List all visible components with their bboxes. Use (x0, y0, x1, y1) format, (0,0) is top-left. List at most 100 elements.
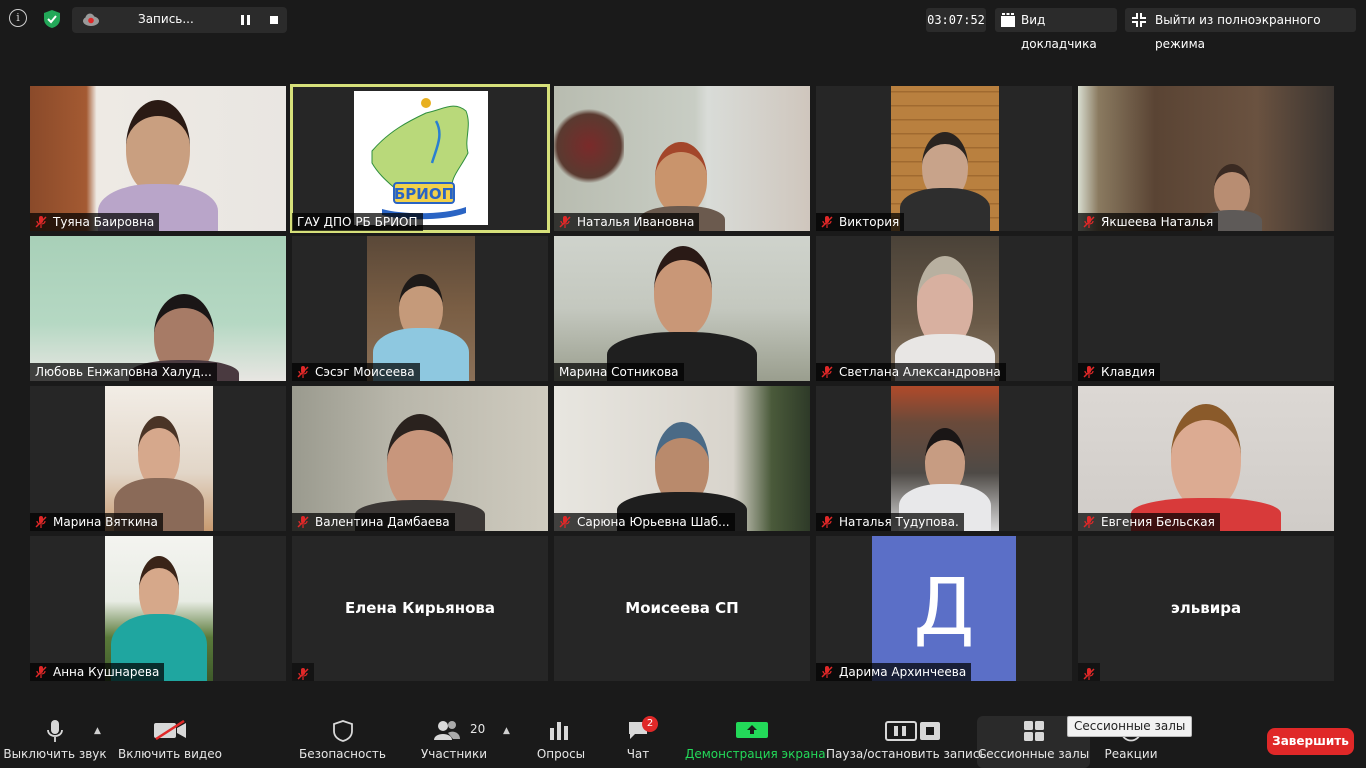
pause-stop-recording-label: Пауза/остановить запись (826, 747, 987, 761)
participant-tile[interactable]: Любовь Енжаповна Халуд... (30, 236, 286, 381)
polls-button[interactable]: Опросы (522, 712, 600, 768)
participants-button[interactable]: 20 Участники (410, 712, 498, 768)
video-button[interactable]: Включить видео (110, 712, 230, 768)
participant-name: Любовь Енжаповна Халуд... (30, 363, 217, 381)
meeting-timer: 03:07:52 (926, 8, 986, 32)
briop-map-logo: БРИОП (371, 98, 469, 220)
participant-name: Якшеева Наталья (1078, 213, 1219, 231)
view-label: Вид докладчика (1021, 13, 1097, 51)
cloud-record-icon (83, 13, 99, 26)
person-figure (900, 132, 990, 231)
person-figure (1131, 404, 1281, 531)
participant-tile[interactable]: Виктория (816, 86, 1072, 231)
video-feed (1078, 86, 1334, 231)
participant-tile[interactable]: Евгения Бельская (1078, 386, 1334, 531)
chat-button[interactable]: 2 Чат (612, 712, 664, 768)
participant-tile-video-off[interactable]: Моисеева СП (554, 536, 810, 681)
participant-tile[interactable]: Сарюна Юрьевна Шаб... (554, 386, 810, 531)
svg-text:БРИОП: БРИОП (394, 185, 454, 203)
participant-name: Анна Кушнарева (30, 663, 165, 681)
recording-label: Запись... (138, 12, 194, 26)
participant-tile-video-off[interactable]: эльвира (1078, 536, 1334, 681)
participant-name: Сарюна Юрьевна Шаб... (554, 513, 735, 531)
info-icon[interactable]: i (9, 9, 27, 27)
participant-name: Валентина Дамбаева (292, 513, 455, 531)
mic-muted-icon (559, 216, 571, 228)
video-feed (891, 386, 999, 531)
participant-name: Дарима Архинчеева (816, 663, 972, 681)
mic-muted-icon (1083, 366, 1095, 378)
participant-tile[interactable]: Светлана Александровна (816, 236, 1072, 381)
participant-tile[interactable]: Д Дарима Архинчеева (816, 536, 1072, 681)
participant-display-name: эльвира (1170, 599, 1242, 617)
person-figure (98, 100, 218, 231)
mute-indicator (292, 663, 314, 681)
mute-label: Выключить звук (3, 747, 107, 761)
pause-recording-icon[interactable] (241, 15, 250, 25)
share-screen-label: Демонстрация экрана (685, 747, 826, 761)
participant-name: Виктория (816, 213, 905, 231)
end-meeting-button[interactable]: Завершить (1267, 728, 1354, 755)
participant-tile[interactable]: Клавдия (1078, 236, 1334, 381)
stop-recording-icon[interactable] (270, 16, 278, 24)
video-feed (292, 386, 548, 531)
video-feed (105, 536, 213, 681)
mic-muted-icon (821, 216, 833, 228)
mic-muted-icon (297, 366, 309, 378)
participant-tile[interactable]: Туяна Баировна (30, 86, 286, 231)
security-label: Безопасность (299, 747, 386, 761)
mute-indicator (1078, 663, 1100, 681)
participant-tile[interactable]: Якшеева Наталья (1078, 86, 1334, 231)
exit-fullscreen-icon (1132, 13, 1146, 27)
participant-tile[interactable]: Наталья Тудупова. (816, 386, 1072, 531)
security-button[interactable]: Безопасность (295, 712, 390, 768)
participant-name: Наталья Тудупова. (816, 513, 964, 531)
participant-tile[interactable]: Марина Сотникова (554, 236, 810, 381)
mic-muted-icon (1083, 668, 1095, 680)
participant-tile[interactable]: Анна Кушнарева (30, 536, 286, 681)
participant-name: Евгения Бельская (1078, 513, 1220, 531)
grid-view-icon (1001, 13, 1015, 27)
participant-tile[interactable]: Сэсэг Моисеева (292, 236, 548, 381)
participant-display-name: Елена Кирьянова (344, 599, 496, 617)
reactions-label: Реакции (1104, 747, 1158, 761)
mic-muted-icon (821, 516, 833, 528)
mic-muted-icon (35, 516, 47, 528)
participants-icon (433, 721, 460, 740)
participant-tile-active-speaker[interactable]: БРИОП ГАУ ДПО РБ БРИОП (290, 84, 550, 233)
video-feed (1078, 386, 1334, 531)
participants-options-chevron-icon[interactable]: ▲ (503, 726, 510, 736)
person-figure (607, 246, 757, 381)
video-feed (891, 86, 999, 231)
shield-icon (332, 720, 353, 742)
microphone-icon (47, 720, 63, 742)
video-feed (30, 86, 286, 231)
briop-logo: БРИОП (354, 91, 488, 225)
video-feed (30, 236, 286, 381)
participant-name: ГАУ ДПО РБ БРИОП (292, 213, 423, 231)
participant-name: Марина Вяткина (30, 513, 163, 531)
participant-name: Светлана Александровна (816, 363, 1006, 381)
video-label: Включить видео (118, 747, 222, 761)
mic-muted-icon (821, 666, 833, 678)
mic-muted-icon (35, 666, 47, 678)
participant-name: Наталья Ивановна (554, 213, 700, 231)
chat-unread-badge: 2 (642, 716, 658, 732)
top-bar: i Запись... 03:07:52 Вид докладчика Выйт… (0, 0, 1366, 51)
video-feed (554, 236, 810, 381)
participant-tile[interactable]: Марина Вяткина (30, 386, 286, 531)
pause-stop-recording-button[interactable]: Пауза/остановить запись (826, 712, 987, 768)
participant-name: Сэсэг Моисеева (292, 363, 420, 381)
mic-muted-icon (1083, 216, 1095, 228)
polls-label: Опросы (536, 747, 586, 761)
participant-tile[interactable]: Наталья Ивановна (554, 86, 810, 231)
exit-fullscreen-button[interactable]: Выйти из полноэкранного режима (1125, 8, 1356, 51)
video-feed (891, 236, 999, 381)
participant-tile-video-off[interactable]: Елена Кирьянова (292, 536, 548, 681)
audio-options-chevron-icon[interactable]: ▲ (94, 726, 101, 736)
share-screen-button[interactable]: Демонстрация экрана (685, 712, 826, 768)
speaker-view-button[interactable]: Вид докладчика (995, 8, 1117, 51)
participant-tile[interactable]: Валентина Дамбаева (292, 386, 548, 531)
mute-button[interactable]: Выключить звук (0, 712, 110, 768)
encryption-shield-icon[interactable] (42, 9, 62, 29)
